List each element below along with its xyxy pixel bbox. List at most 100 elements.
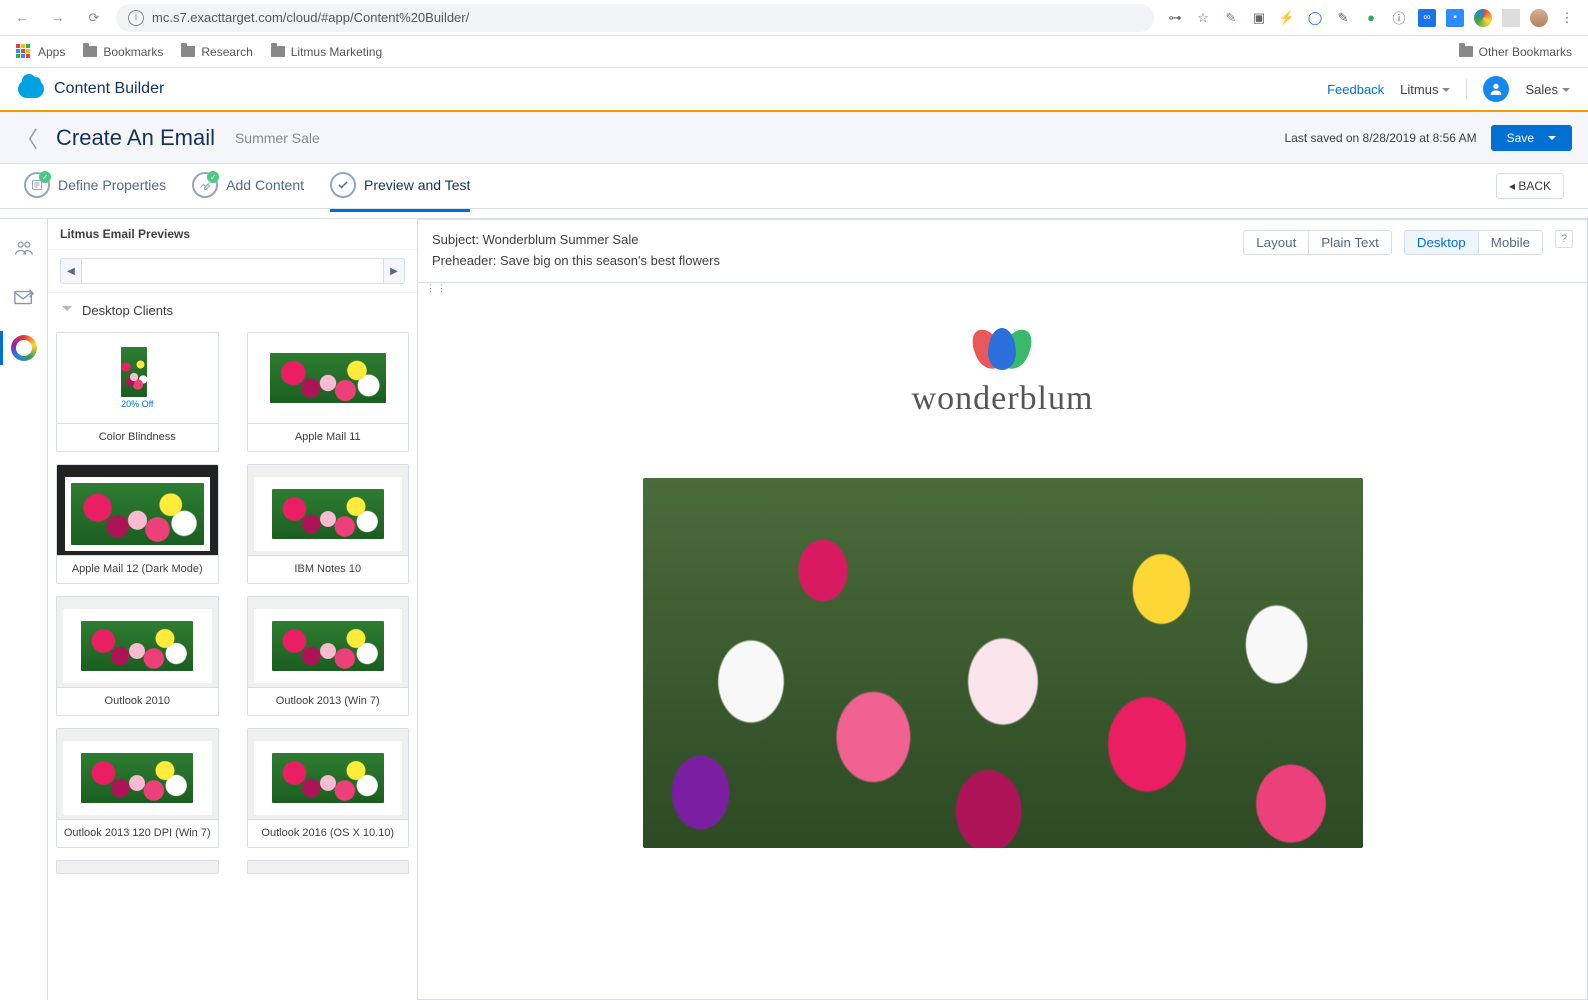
feather-icon[interactable]: ✎ <box>1222 9 1240 27</box>
step-label: Define Properties <box>58 177 166 193</box>
thumbnail-label: Outlook 2013 120 DPI (Win 7) <box>57 819 218 847</box>
desktop-button[interactable]: Desktop <box>1405 231 1478 254</box>
main-content: Litmus Email Previews ◀ ▶ Desktop Client… <box>0 218 1588 1000</box>
thumbnail-image <box>57 861 218 874</box>
key-icon[interactable]: ⊶ <box>1166 9 1184 27</box>
thumbnail-apple-mail-12-dark[interactable]: Apple Mail 12 (Dark Mode) <box>56 464 219 584</box>
thumbnail-grid[interactable]: 20% Off Color Blindness Apple Mail 11 Ap… <box>48 328 417 1000</box>
step-icon: ✓ <box>192 172 218 198</box>
thumbnail-label: Apple Mail 12 (Dark Mode) <box>57 555 218 583</box>
browser-url-bar[interactable]: i mc.s7.exacttarget.com/cloud/#app/Conte… <box>116 4 1154 32</box>
chevron-down-icon <box>1562 88 1570 96</box>
thumbnail-label: Outlook 2010 <box>57 687 218 715</box>
thumbnail-image <box>248 729 409 819</box>
step-define-properties[interactable]: ✓ Define Properties <box>24 172 166 200</box>
preview-header: Subject: Wonderblum Summer Sale Preheade… <box>418 220 1587 283</box>
thumbnail-row-partial[interactable] <box>247 860 410 874</box>
preview-nav-strip: ◀ ▶ <box>48 250 417 293</box>
section-label: Desktop Clients <box>82 303 173 318</box>
bolt-icon[interactable]: ⚡ <box>1278 9 1296 27</box>
step-add-content[interactable]: ✓ Add Content <box>192 172 304 200</box>
page-subtitle: Summer Sale <box>235 130 320 146</box>
green-ext-icon[interactable]: ● <box>1362 9 1380 27</box>
bookmark-label: Research <box>201 45 252 59</box>
plain-text-button[interactable]: Plain Text <box>1308 231 1391 254</box>
hero-image <box>643 478 1363 848</box>
bookmark-folder-bookmarks[interactable]: Bookmarks <box>83 45 163 59</box>
rainbow-ext-icon[interactable] <box>1474 9 1492 27</box>
chevron-down-icon <box>1548 136 1556 144</box>
preview-body[interactable]: wonderblum <box>418 294 1587 999</box>
save-button[interactable]: Save <box>1491 125 1572 151</box>
check-badge-icon: ✓ <box>39 171 51 183</box>
step-icon <box>330 172 356 198</box>
app-title: Content Builder <box>54 80 164 98</box>
rail-send-test-icon[interactable] <box>9 283 39 313</box>
user-avatar-icon[interactable] <box>1483 76 1509 102</box>
workspace-label: Litmus <box>1400 82 1438 97</box>
thumbnail-outlook-2010[interactable]: Outlook 2010 <box>56 596 219 716</box>
resize-handle[interactable]: ⋮⋮ <box>418 283 1587 294</box>
bookmark-label: Bookmarks <box>103 45 163 59</box>
blue-ext-icon[interactable]: ∞ <box>1418 9 1436 27</box>
thumbnail-outlook-2013-win7[interactable]: Outlook 2013 (Win 7) <box>247 596 410 716</box>
apps-shortcut[interactable]: Apps <box>16 44 65 60</box>
user-menu-dropdown[interactable]: Sales <box>1525 82 1570 97</box>
workspace-dropdown[interactable]: Litmus <box>1400 82 1450 97</box>
thumbnail-apple-mail-11[interactable]: Apple Mail 11 <box>247 332 410 452</box>
color-wheel-icon <box>11 335 37 361</box>
browser-menu-icon[interactable]: ⋮ <box>1558 9 1576 27</box>
divider <box>1466 79 1467 99</box>
dropper-icon[interactable]: ✎ <box>1334 9 1352 27</box>
steps-bar: ✓ Define Properties ✓ Add Content Previe… <box>0 164 1588 209</box>
chevron-down-icon <box>1442 88 1450 96</box>
flower-icon <box>972 324 1032 370</box>
rail-litmus-icon[interactable] <box>9 333 39 363</box>
folder-icon <box>83 46 97 57</box>
folder-icon <box>181 46 195 57</box>
step-preview-and-test[interactable]: Preview and Test <box>330 172 470 200</box>
rail-subscribers-icon[interactable] <box>9 233 39 263</box>
browser-forward-button[interactable]: → <box>44 4 72 32</box>
bookmark-folder-research[interactable]: Research <box>181 45 252 59</box>
mobile-button[interactable]: Mobile <box>1478 231 1542 254</box>
section-header[interactable]: Desktop Clients <box>48 293 417 328</box>
thumbnail-row-partial[interactable] <box>56 860 219 874</box>
divider <box>1502 9 1520 27</box>
browser-url-text: mc.s7.exacttarget.com/cloud/#app/Content… <box>152 10 469 25</box>
circle-ext-icon[interactable]: ◯ <box>1306 9 1324 27</box>
info-ext-icon[interactable]: ⓘ <box>1390 9 1408 27</box>
thumbnail-image <box>248 333 409 423</box>
layout-button[interactable]: Layout <box>1244 231 1308 254</box>
zoom-ext-icon[interactable]: ▪ <box>1446 9 1464 27</box>
prev-button[interactable]: ◀ <box>60 258 82 284</box>
panel-title: Litmus Email Previews <box>48 219 417 250</box>
bookmarks-bar: Apps Bookmarks Research Litmus Marketing… <box>0 36 1588 68</box>
other-bookmarks[interactable]: Other Bookmarks <box>1459 45 1572 59</box>
feedback-link[interactable]: Feedback <box>1327 82 1384 97</box>
browser-reload-button[interactable]: ⟳ <box>80 4 108 32</box>
save-label: Save <box>1507 131 1534 145</box>
thumbnail-outlook-2016-osx[interactable]: Outlook 2016 (OS X 10.10) <box>247 728 410 848</box>
camera-icon[interactable]: ▣ <box>1250 9 1268 27</box>
salesforce-cloud-icon <box>18 80 44 98</box>
folder-icon <box>1459 46 1473 57</box>
thumbnail-label: Color Blindness <box>57 423 218 451</box>
thumbnail-offer: 20% Off <box>121 399 153 409</box>
subject-label: Subject: <box>432 232 479 247</box>
site-info-icon[interactable]: i <box>128 10 144 26</box>
browser-back-button[interactable]: ← <box>8 4 36 32</box>
star-icon[interactable]: ☆ <box>1194 9 1212 27</box>
back-chevron-icon[interactable]: 〈 <box>16 122 36 154</box>
thumbnail-label: Outlook 2013 (Win 7) <box>248 687 409 715</box>
step-label: Preview and Test <box>364 177 470 193</box>
profile-avatar[interactable] <box>1530 9 1548 27</box>
thumbnail-outlook-2013-120dpi[interactable]: Outlook 2013 120 DPI (Win 7) <box>56 728 219 848</box>
thumbnail-color-blindness[interactable]: 20% Off Color Blindness <box>56 332 219 452</box>
thumbnail-ibm-notes-10[interactable]: IBM Notes 10 <box>247 464 410 584</box>
app-bar: Content Builder Feedback Litmus Sales <box>0 68 1588 112</box>
back-button[interactable]: ◂ BACK <box>1496 173 1564 199</box>
next-button[interactable]: ▶ <box>383 258 405 284</box>
help-icon[interactable]: ? <box>1555 230 1573 248</box>
bookmark-folder-litmus[interactable]: Litmus Marketing <box>271 45 382 59</box>
